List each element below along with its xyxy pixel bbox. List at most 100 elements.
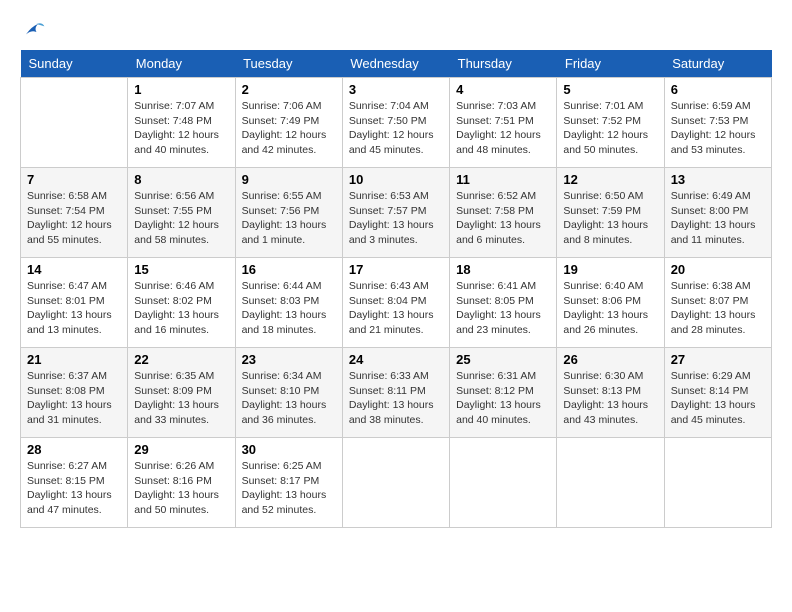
day-number: 17: [349, 262, 443, 277]
day-info: Sunrise: 6:29 AMSunset: 8:14 PMDaylight:…: [671, 369, 765, 428]
calendar-cell: [342, 438, 449, 528]
calendar-week-row: 28 Sunrise: 6:27 AMSunset: 8:15 PMDayligh…: [21, 438, 772, 528]
day-number: 26: [563, 352, 657, 367]
calendar-cell: 7Sunrise: 6:58 AMSunset: 7:54 PMDaylight…: [21, 168, 128, 258]
calendar-week-row: 14 Sunrise: 6:47 AMSunset: 8:01 PMDayligh…: [21, 258, 772, 348]
day-number: 19: [563, 262, 657, 277]
day-info: Sunrise: 6:31 AMSunset: 8:12 PMDaylight:…: [456, 369, 550, 428]
day-info: Sunrise: 6:50 AMSunset: 7:59 PMDaylight:…: [563, 189, 657, 248]
calendar-cell: 17 Sunrise: 6:43 AMSunset: 8:04 PMDayligh…: [342, 258, 449, 348]
day-number: 4: [456, 82, 550, 97]
day-info: Sunrise: 6:30 AMSunset: 8:13 PMDaylight:…: [563, 369, 657, 428]
calendar-cell: 1 Sunrise: 7:07 AMSunset: 7:48 PMDaylight…: [128, 78, 235, 168]
calendar-cell: [557, 438, 664, 528]
day-number: 9: [242, 172, 336, 187]
calendar-day-header: Thursday: [450, 50, 557, 78]
day-number: 6: [671, 82, 765, 97]
day-number: 22: [134, 352, 228, 367]
day-number: 25: [456, 352, 550, 367]
day-info: Sunrise: 6:38 AMSunset: 8:07 PMDaylight:…: [671, 279, 765, 338]
calendar-cell: 30Sunrise: 6:25 AMSunset: 8:17 PMDayligh…: [235, 438, 342, 528]
calendar-day-header: Monday: [128, 50, 235, 78]
calendar-cell: [450, 438, 557, 528]
day-info: Sunrise: 6:37 AMSunset: 8:08 PMDaylight:…: [27, 369, 121, 428]
day-info: Sunrise: 6:43 AMSunset: 8:04 PMDaylight:…: [349, 279, 443, 338]
day-number: 1: [134, 82, 228, 97]
calendar-cell: 29 Sunrise: 6:26 AMSunset: 8:16 PMDayligh…: [128, 438, 235, 528]
calendar-week-row: 21 Sunrise: 6:37 AMSunset: 8:08 PMDayligh…: [21, 348, 772, 438]
calendar-cell: 9 Sunrise: 6:55 AMSunset: 7:56 PMDaylight…: [235, 168, 342, 258]
day-info: Sunrise: 6:59 AMSunset: 7:53 PMDaylight:…: [671, 99, 765, 158]
day-info: Sunrise: 6:58 AMSunset: 7:54 PMDaylight:…: [27, 189, 121, 248]
day-info: Sunrise: 6:53 AMSunset: 7:57 PMDaylight:…: [349, 189, 443, 248]
day-info: Sunrise: 7:07 AMSunset: 7:48 PMDaylight:…: [134, 99, 228, 158]
calendar-cell: [21, 78, 128, 168]
day-info: Sunrise: 6:35 AMSunset: 8:09 PMDaylight:…: [134, 369, 228, 428]
calendar-day-header: Tuesday: [235, 50, 342, 78]
page-header: [20, 20, 772, 40]
calendar-cell: 11Sunrise: 6:52 AMSunset: 7:58 PMDayligh…: [450, 168, 557, 258]
calendar-cell: 28 Sunrise: 6:27 AMSunset: 8:15 PMDayligh…: [21, 438, 128, 528]
day-info: Sunrise: 6:46 AMSunset: 8:02 PMDaylight:…: [134, 279, 228, 338]
day-number: 16: [242, 262, 336, 277]
day-info: Sunrise: 6:47 AMSunset: 8:01 PMDaylight:…: [27, 279, 121, 338]
day-number: 27: [671, 352, 765, 367]
day-number: 10: [349, 172, 443, 187]
calendar-week-row: 7Sunrise: 6:58 AMSunset: 7:54 PMDaylight…: [21, 168, 772, 258]
day-number: 15: [134, 262, 228, 277]
calendar-day-header: Saturday: [664, 50, 771, 78]
logo-bird-icon: [22, 20, 46, 40]
calendar-cell: 23 Sunrise: 6:34 AMSunset: 8:10 PMDayligh…: [235, 348, 342, 438]
calendar-cell: 6 Sunrise: 6:59 AMSunset: 7:53 PMDaylight…: [664, 78, 771, 168]
day-info: Sunrise: 6:56 AMSunset: 7:55 PMDaylight:…: [134, 189, 228, 248]
calendar-cell: 4 Sunrise: 7:03 AMSunset: 7:51 PMDaylight…: [450, 78, 557, 168]
day-number: 8: [134, 172, 228, 187]
calendar-cell: 22 Sunrise: 6:35 AMSunset: 8:09 PMDayligh…: [128, 348, 235, 438]
calendar-cell: 19 Sunrise: 6:40 AMSunset: 8:06 PMDayligh…: [557, 258, 664, 348]
day-info: Sunrise: 7:04 AMSunset: 7:50 PMDaylight:…: [349, 99, 443, 158]
calendar-cell: 27 Sunrise: 6:29 AMSunset: 8:14 PMDayligh…: [664, 348, 771, 438]
day-number: 30: [242, 442, 336, 457]
calendar-cell: 26 Sunrise: 6:30 AMSunset: 8:13 PMDayligh…: [557, 348, 664, 438]
calendar-cell: 18 Sunrise: 6:41 AMSunset: 8:05 PMDayligh…: [450, 258, 557, 348]
calendar-cell: 13Sunrise: 6:49 AMSunset: 8:00 PMDayligh…: [664, 168, 771, 258]
day-number: 14: [27, 262, 121, 277]
calendar-cell: 14 Sunrise: 6:47 AMSunset: 8:01 PMDayligh…: [21, 258, 128, 348]
calendar-day-header: Wednesday: [342, 50, 449, 78]
day-info: Sunrise: 7:06 AMSunset: 7:49 PMDaylight:…: [242, 99, 336, 158]
logo: [20, 20, 46, 40]
calendar-cell: 5Sunrise: 7:01 AMSunset: 7:52 PMDaylight…: [557, 78, 664, 168]
calendar-table: SundayMondayTuesdayWednesdayThursdayFrid…: [20, 50, 772, 528]
day-info: Sunrise: 6:55 AMSunset: 7:56 PMDaylight:…: [242, 189, 336, 248]
calendar-week-row: 1 Sunrise: 7:07 AMSunset: 7:48 PMDaylight…: [21, 78, 772, 168]
day-number: 13: [671, 172, 765, 187]
day-number: 23: [242, 352, 336, 367]
day-number: 28: [27, 442, 121, 457]
calendar-day-header: Sunday: [21, 50, 128, 78]
calendar-cell: 12 Sunrise: 6:50 AMSunset: 7:59 PMDayligh…: [557, 168, 664, 258]
day-info: Sunrise: 7:03 AMSunset: 7:51 PMDaylight:…: [456, 99, 550, 158]
calendar-cell: 2 Sunrise: 7:06 AMSunset: 7:49 PMDaylight…: [235, 78, 342, 168]
day-number: 24: [349, 352, 443, 367]
calendar-cell: 20Sunrise: 6:38 AMSunset: 8:07 PMDayligh…: [664, 258, 771, 348]
day-number: 21: [27, 352, 121, 367]
day-number: 2: [242, 82, 336, 97]
day-info: Sunrise: 6:33 AMSunset: 8:11 PMDaylight:…: [349, 369, 443, 428]
calendar-day-header: Friday: [557, 50, 664, 78]
day-number: 18: [456, 262, 550, 277]
day-info: Sunrise: 6:41 AMSunset: 8:05 PMDaylight:…: [456, 279, 550, 338]
day-info: Sunrise: 6:40 AMSunset: 8:06 PMDaylight:…: [563, 279, 657, 338]
calendar-cell: 8 Sunrise: 6:56 AMSunset: 7:55 PMDaylight…: [128, 168, 235, 258]
day-number: 29: [134, 442, 228, 457]
day-info: Sunrise: 6:34 AMSunset: 8:10 PMDaylight:…: [242, 369, 336, 428]
calendar-cell: 16 Sunrise: 6:44 AMSunset: 8:03 PMDayligh…: [235, 258, 342, 348]
day-info: Sunrise: 6:26 AMSunset: 8:16 PMDaylight:…: [134, 459, 228, 518]
calendar-cell: 10 Sunrise: 6:53 AMSunset: 7:57 PMDayligh…: [342, 168, 449, 258]
day-info: Sunrise: 6:44 AMSunset: 8:03 PMDaylight:…: [242, 279, 336, 338]
day-info: Sunrise: 7:01 AMSunset: 7:52 PMDaylight:…: [563, 99, 657, 158]
calendar-cell: 21 Sunrise: 6:37 AMSunset: 8:08 PMDayligh…: [21, 348, 128, 438]
day-number: 12: [563, 172, 657, 187]
day-info: Sunrise: 6:27 AMSunset: 8:15 PMDaylight:…: [27, 459, 121, 518]
calendar-cell: 24 Sunrise: 6:33 AMSunset: 8:11 PMDayligh…: [342, 348, 449, 438]
day-number: 3: [349, 82, 443, 97]
